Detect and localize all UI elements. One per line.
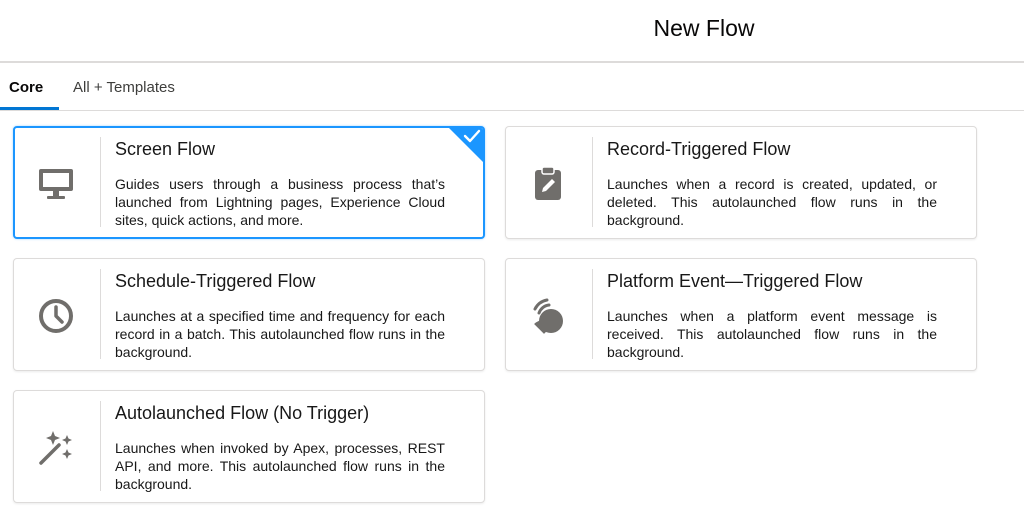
check-icon (463, 129, 481, 143)
card-schedule-triggered-flow[interactable]: Schedule-Triggered Flow Launches at a sp… (13, 258, 485, 371)
tab-all-templates[interactable]: All + Templates (73, 79, 175, 96)
card-divider (592, 269, 593, 359)
card-divider (100, 269, 101, 359)
clipboard-edit-icon (528, 164, 568, 204)
card-title: Platform Event—Triggered Flow (607, 271, 863, 291)
card-description: Launches when invoked by Apex, processes… (115, 440, 445, 492)
card-description: Guides users through a business process … (115, 176, 445, 228)
tab-core[interactable]: Core (9, 79, 43, 96)
page-title: New Flow (653, 15, 755, 41)
card-title: Record-Triggered Flow (607, 139, 791, 159)
magic-wand-icon (36, 428, 76, 468)
clock-icon (36, 296, 76, 336)
card-title: Schedule-Triggered Flow (115, 271, 316, 291)
card-divider (100, 137, 101, 227)
card-platform-event-triggered-flow[interactable]: Platform Event—Triggered Flow Launches w… (505, 258, 977, 371)
card-autolaunched-flow[interactable]: Autolaunched Flow (No Trigger) Launches … (13, 390, 485, 503)
card-divider (100, 401, 101, 491)
platform-event-icon (528, 296, 568, 336)
modal-header: New Flow (0, 0, 1024, 63)
card-record-triggered-flow[interactable]: Record-Triggered Flow Launches when a re… (505, 126, 977, 239)
card-screen-flow[interactable]: Screen Flow Guides users through a busin… (13, 126, 485, 239)
card-description: Launches when a record is created, updat… (607, 176, 937, 228)
card-title: Screen Flow (115, 139, 216, 159)
monitor-icon (36, 164, 76, 204)
card-description: Launches when a platform event message i… (607, 308, 937, 360)
card-divider (592, 137, 593, 227)
card-description: Launches at a specified time and frequen… (115, 308, 445, 360)
active-tab-indicator (0, 107, 59, 110)
tab-bar: Core All + Templates (0, 63, 1024, 111)
card-title: Autolaunched Flow (No Trigger) (115, 403, 370, 423)
